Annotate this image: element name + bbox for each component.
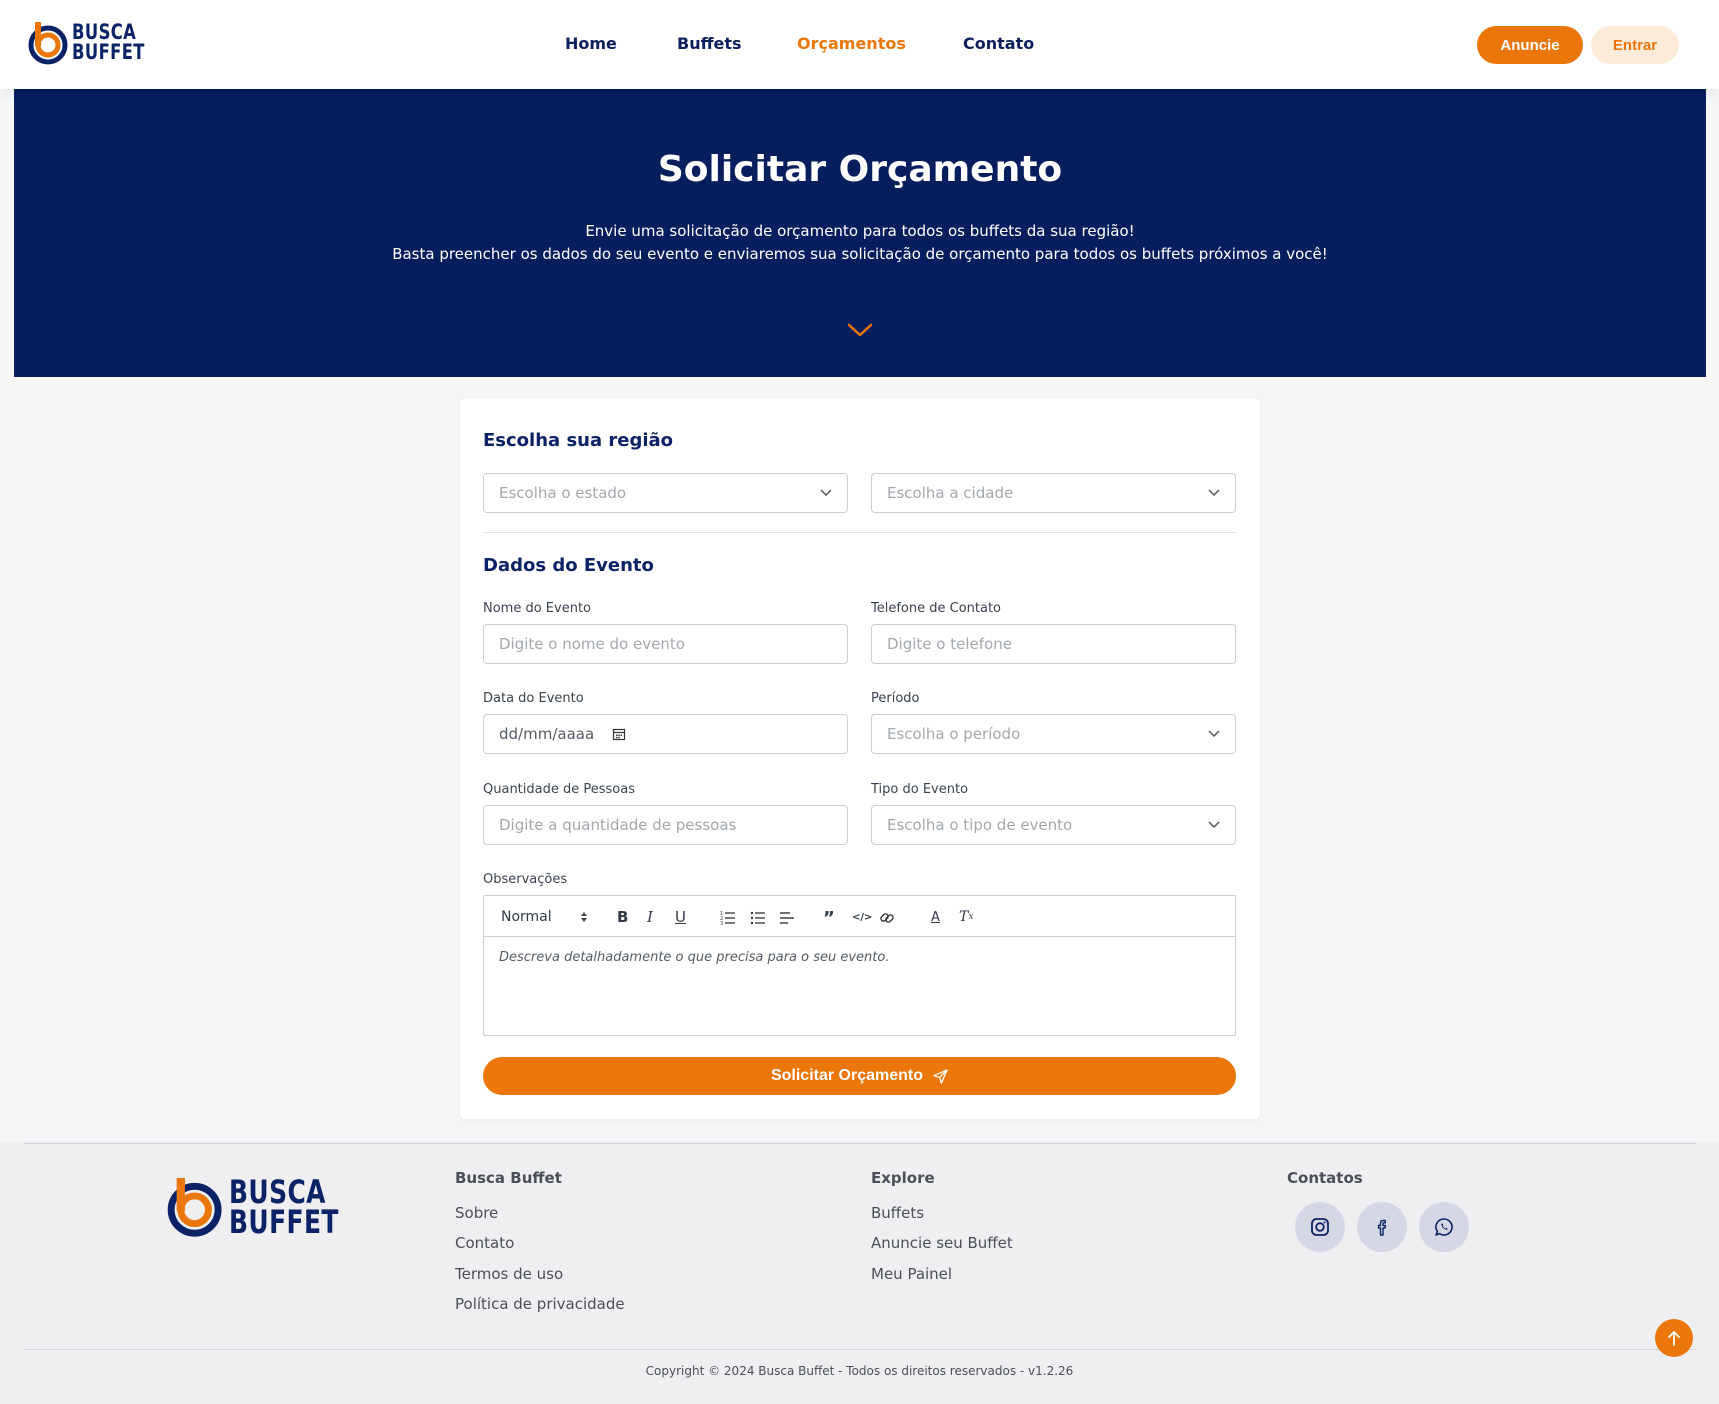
clear-format-icon[interactable]: Tx [959,907,973,927]
logo-text: BUSCA BUFFET [229,1172,339,1241]
event-type-placeholder: Escolha o tipo de evento [887,816,1073,834]
ordered-list-icon[interactable]: 123 [720,908,736,928]
svg-text:3: 3 [720,921,723,927]
logo-mark-icon [167,1178,222,1237]
underline-icon[interactable]: U [675,907,686,927]
chevron-down-icon[interactable] [846,321,874,339]
copyright-text: Copyright © 2024 Busca Buffet - Todos os… [645,1364,1074,1378]
calendar-icon[interactable] [612,727,626,741]
text-color-icon[interactable]: A [931,907,940,927]
main-nav: Home Buffets Orçamentos Contato [0,0,1719,89]
whatsapp-icon[interactable] [1419,1202,1469,1252]
link-icon[interactable] [879,908,895,928]
submit-quote-button[interactable]: Solicitar Orçamento [483,1057,1236,1095]
instagram-icon[interactable] [1295,1202,1345,1252]
footer-col-contatos-title: Contatos [1287,1169,1363,1187]
notes-label: Observações [483,872,568,887]
footer-col-explore-title: Explore [871,1169,935,1187]
city-select[interactable]: Escolha a cidade [871,473,1236,513]
chevron-down-icon [1208,489,1220,497]
hero-banner: Solicitar Orçamento Envie uma solicitaçã… [14,89,1706,377]
site-footer: BUSCA BUFFET Busca Buffet Sobre Contato … [0,1142,1719,1404]
date-placeholder: dd/mm/aaaa [499,725,595,743]
notes-textarea[interactable]: Descreva detalhadamente o que precisa pa… [484,937,1235,978]
footer-link-buffets[interactable]: Buffets [871,1204,924,1222]
entrar-button[interactable]: Entrar [1591,26,1679,64]
footer-link-privacidade[interactable]: Política de privacidade [455,1295,625,1313]
nav-buffets[interactable]: Buffets [677,34,742,53]
section-divider [483,532,1236,533]
people-placeholder: Digite a quantidade de pessoas [499,816,737,834]
event-section-title: Dados do Evento [483,555,654,576]
quote-form-card: Escolha sua região Escolha o estado Esco… [460,398,1260,1119]
anuncie-button[interactable]: Anuncie [1477,26,1583,64]
hero-subtitle-line1: Envie uma solicitação de orçamento para … [585,222,1135,240]
align-left-icon[interactable] [779,908,795,928]
blockquote-icon[interactable]: ” [823,908,835,929]
period-label: Período [871,691,920,706]
event-name-label: Nome do Evento [483,601,592,616]
footer-bottom-divider [24,1349,1696,1350]
footer-link-sobre[interactable]: Sobre [455,1204,498,1222]
footer-link-contato[interactable]: Contato [455,1234,514,1252]
footer-logo[interactable]: BUSCA BUFFET [167,1175,370,1239]
phone-label: Telefone de Contato [871,601,1002,616]
state-select-placeholder: Escolha o estado [499,484,627,502]
facebook-icon[interactable] [1357,1202,1407,1252]
chevron-down-icon [1208,730,1220,738]
footer-link-anuncie[interactable]: Anuncie seu Buffet [871,1234,1013,1252]
footer-link-meu-painel[interactable]: Meu Painel [871,1265,952,1283]
event-name-placeholder: Digite o nome do evento [499,635,685,653]
page-title: Solicitar Orçamento [657,149,1063,190]
footer-col-busca-buffet-title: Busca Buffet [455,1169,562,1187]
event-type-label: Tipo do Evento [871,782,969,797]
arrow-up-icon [1668,1331,1680,1346]
date-label: Data do Evento [483,691,584,706]
editor-toolbar: Normal B I U 123 ” </> A T x [484,896,1235,937]
back-to-top-button[interactable] [1655,1319,1693,1357]
up-down-arrows-icon [580,912,587,922]
nav-home[interactable]: Home [565,34,617,53]
region-section-title: Escolha sua região [483,430,674,451]
notes-rich-text-editor[interactable]: Normal B I U 123 ” </> A T x Descreva de… [483,895,1236,1036]
event-type-select[interactable]: Escolha o tipo de evento [871,805,1236,845]
state-select[interactable]: Escolha o estado [483,473,848,513]
phone-input[interactable]: Digite o telefone [871,624,1236,664]
phone-placeholder: Digite o telefone [887,635,1012,653]
chevron-down-icon [1208,821,1220,829]
footer-divider [24,1143,1696,1144]
format-select[interactable]: Normal [501,907,588,927]
send-icon [933,1068,948,1084]
period-select[interactable]: Escolha o período [871,714,1236,754]
period-placeholder: Escolha o período [887,725,1021,743]
site-header: BUSCA BUFFET Home Buffets Orçamentos Con… [0,0,1719,89]
bold-icon[interactable]: B [617,907,628,927]
bullet-list-icon[interactable] [750,908,766,928]
people-input[interactable]: Digite a quantidade de pessoas [483,805,848,845]
date-input[interactable]: dd/mm/aaaa [483,714,848,754]
chevron-down-icon [820,489,832,497]
code-icon[interactable]: </> [852,907,872,927]
italic-icon[interactable]: I [647,907,653,927]
footer-link-termos[interactable]: Termos de uso [455,1265,563,1283]
hero-subtitle-line2: Basta preencher os dados do seu evento e… [392,245,1328,263]
city-select-placeholder: Escolha a cidade [887,484,1014,502]
people-label: Quantidade de Pessoas [483,782,635,797]
submit-label: Solicitar Orçamento [770,1067,924,1084]
hero-subtitle: Envie uma solicitação de orçamento para … [14,220,1706,266]
event-name-input[interactable]: Digite o nome do evento [483,624,848,664]
nav-orcamentos[interactable]: Orçamentos [797,34,906,53]
nav-contato[interactable]: Contato [963,34,1034,53]
